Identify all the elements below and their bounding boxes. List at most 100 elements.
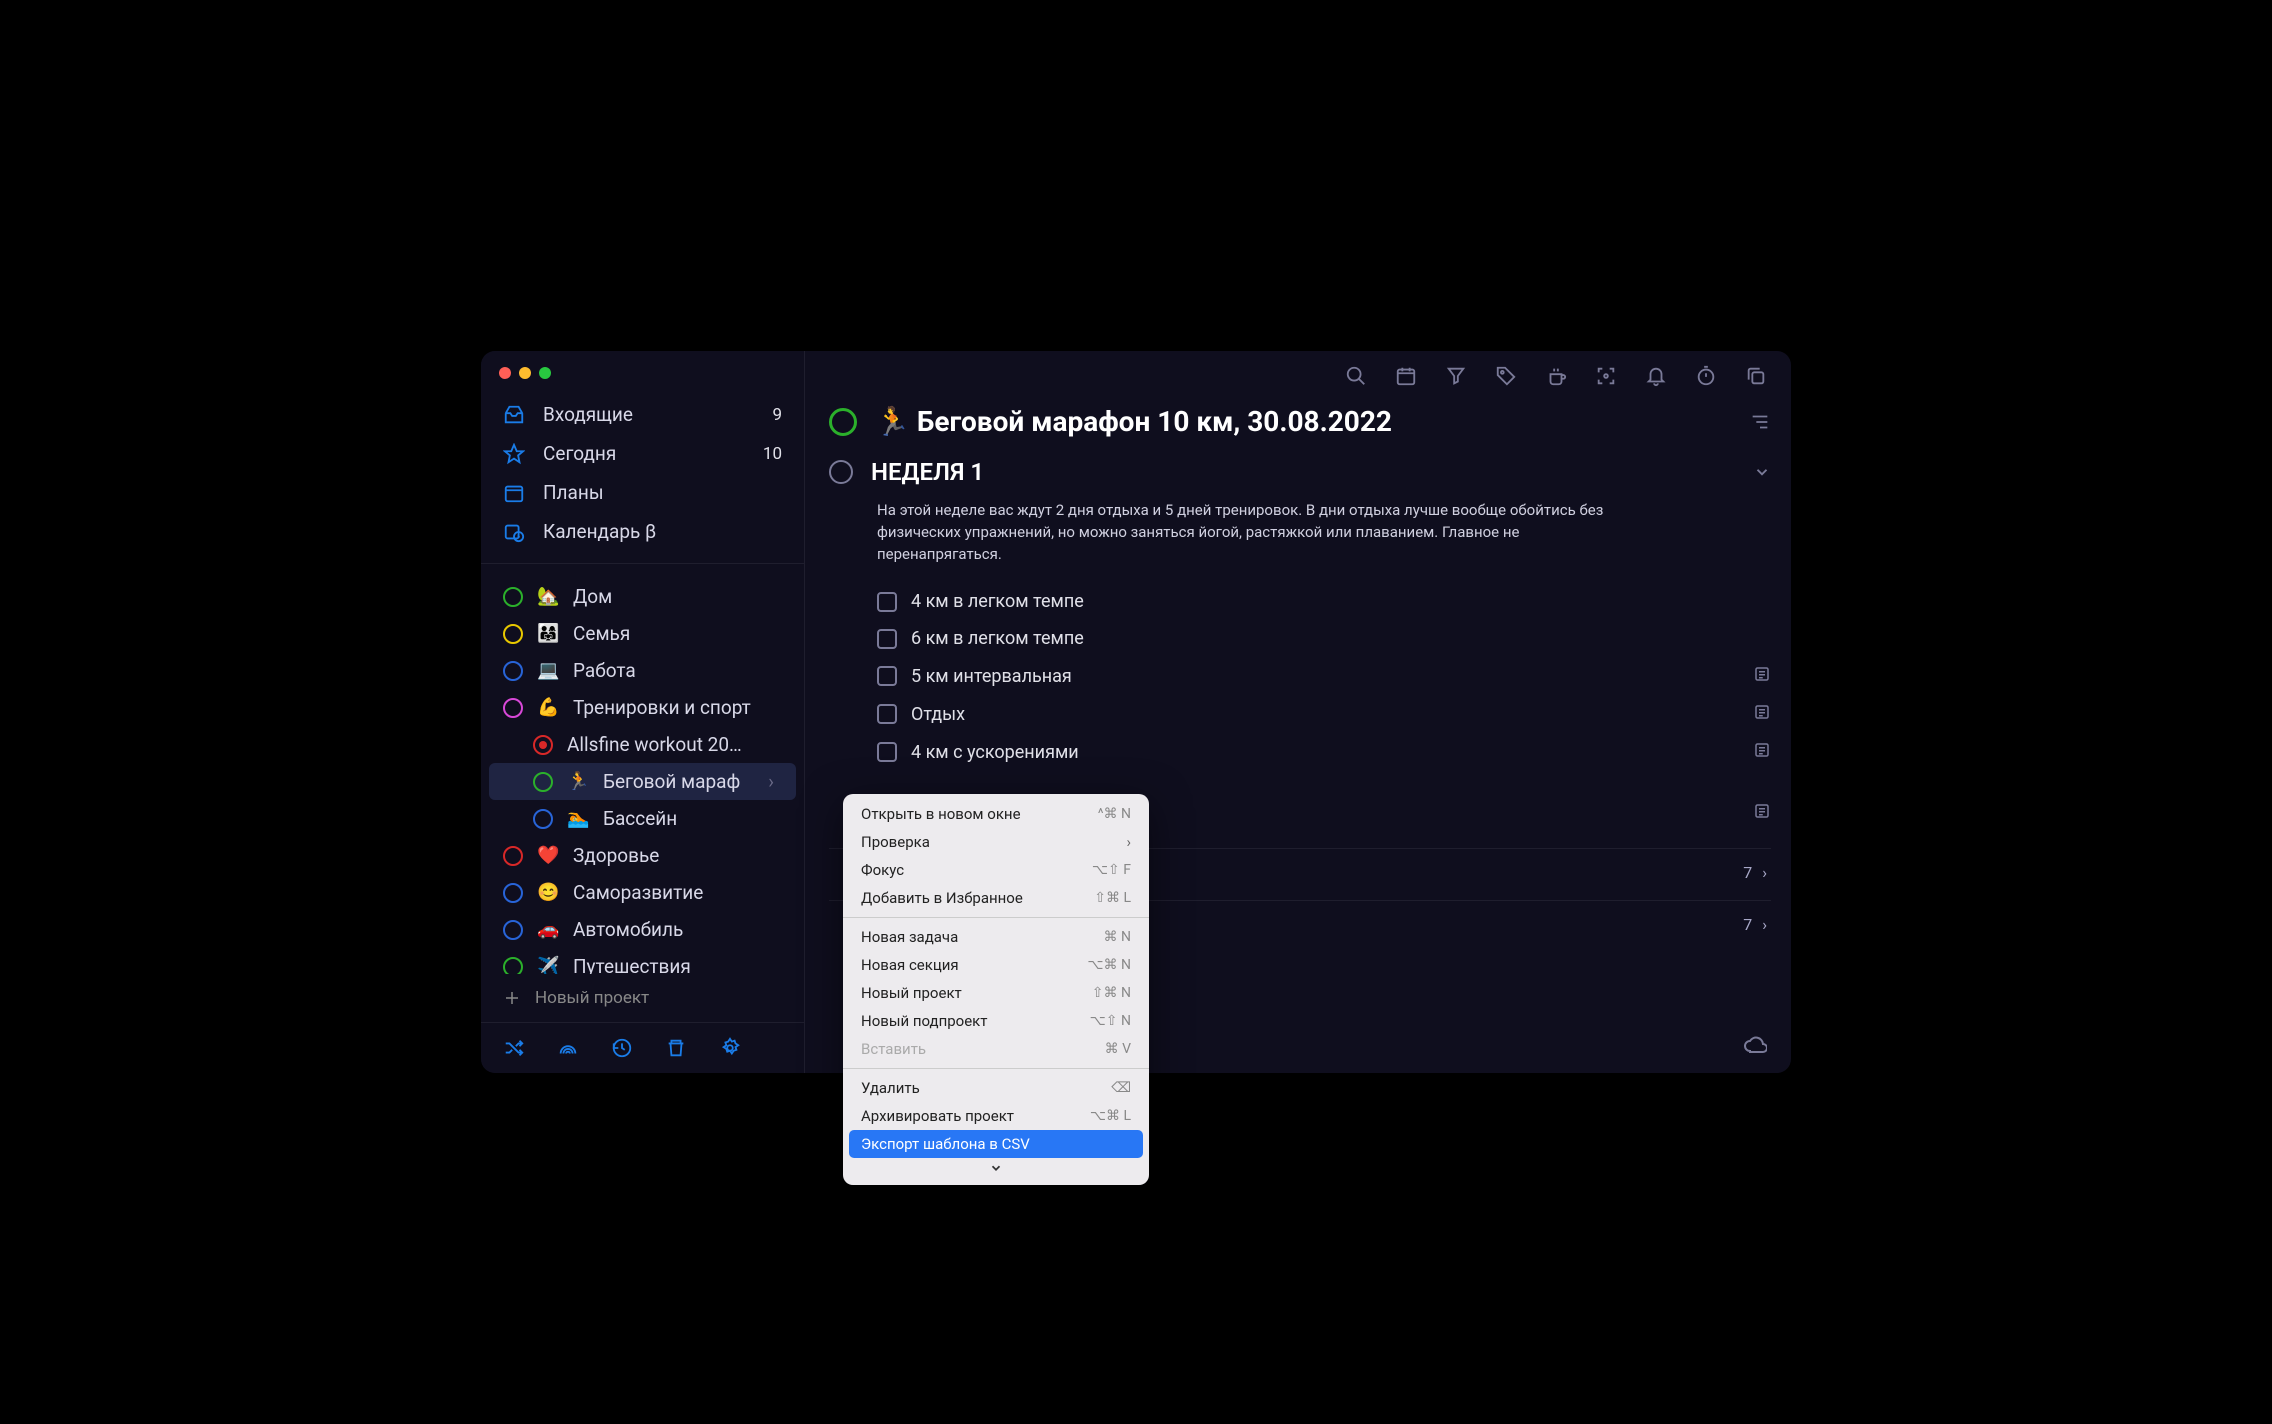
bell-icon[interactable]	[1645, 365, 1667, 387]
sidebar-project-item[interactable]: 🏃Беговой мараф›	[489, 763, 796, 800]
nav-label: Планы	[543, 481, 604, 504]
sidebar-project-item[interactable]: 💻Работа	[481, 652, 804, 689]
nav-calendar[interactable]: Календарь β	[481, 512, 804, 551]
task-label: 6 км в легком темпе	[911, 628, 1771, 649]
menu-more-icon[interactable]	[843, 1158, 1149, 1179]
app-window: Входящие 9 Сегодня 10 Планы Календарь β …	[481, 351, 1791, 1073]
context-menu-item[interactable]: Удалить⌫	[843, 1074, 1149, 1102]
project-label: Allsfine workout 2022	[567, 733, 747, 756]
search-icon[interactable]	[1345, 365, 1367, 387]
timer-icon[interactable]	[1695, 365, 1717, 387]
menu-shortcut: ⇧⌘ N	[1092, 985, 1131, 1001]
task-checkbox[interactable]	[877, 592, 897, 612]
note-icon[interactable]	[1753, 703, 1771, 725]
cloud-icon[interactable]	[1743, 1033, 1767, 1057]
task-row[interactable]: Отдых	[829, 695, 1771, 733]
star-icon	[503, 443, 525, 465]
task-row[interactable]: 6 км в легком темпе	[829, 620, 1771, 657]
calendar-icon[interactable]	[1395, 365, 1417, 387]
section-status-circle[interactable]	[829, 460, 853, 484]
task-checkbox[interactable]	[877, 704, 897, 724]
traffic-lights	[481, 351, 804, 391]
task-row[interactable]: 5 км интервальная	[829, 657, 1771, 695]
menu-shortcut: ⌥⌘ N	[1087, 957, 1131, 973]
context-menu-item[interactable]: Архивировать проект⌥⌘ L	[843, 1102, 1149, 1130]
nav-label: Входящие	[543, 403, 633, 426]
menu-divider	[843, 917, 1149, 918]
project-status-circle[interactable]	[829, 408, 857, 436]
project-emoji: 💪	[537, 697, 559, 718]
project-color-circle	[533, 809, 553, 829]
close-window-button[interactable]	[499, 367, 511, 379]
chevron-right-icon[interactable]: ›	[768, 770, 774, 793]
sidebar-project-item[interactable]: 😊Саморазвитие	[481, 874, 804, 911]
section-header[interactable]: НЕДЕЛЯ 1	[829, 458, 1771, 486]
rainbow-icon[interactable]	[557, 1037, 579, 1059]
history-icon[interactable]	[611, 1037, 633, 1059]
task-checkbox[interactable]	[877, 666, 897, 686]
nav-count: 10	[763, 444, 782, 464]
sidebar-project-item[interactable]: 🏊Бассейн	[481, 800, 804, 837]
project-color-circle	[503, 624, 523, 644]
nav-inbox[interactable]: Входящие 9	[481, 395, 804, 434]
context-menu-item[interactable]: Новый подпроект⌥⇧ N	[843, 1007, 1149, 1035]
copy-icon[interactable]	[1745, 365, 1767, 387]
coffee-icon[interactable]	[1545, 365, 1567, 387]
nav-plans[interactable]: Планы	[481, 473, 804, 512]
sidebar-project-item[interactable]: Allsfine workout 2022	[481, 726, 804, 763]
context-menu-item[interactable]: Экспорт шаблона в CSV	[849, 1130, 1143, 1158]
chevron-right-icon[interactable]: ›	[1762, 863, 1767, 882]
context-menu-item[interactable]: Добавить в Избранное⇧⌘ L	[843, 884, 1149, 912]
task-list: 4 км в легком темпе 6 км в легком темпе 5 …	[829, 583, 1771, 771]
context-menu-item[interactable]: Новая секция ⌥⌘ N	[843, 951, 1149, 979]
top-toolbar	[805, 351, 1791, 393]
sidebar-project-item[interactable]: 🚗Автомобиль	[481, 911, 804, 948]
minimize-window-button[interactable]	[519, 367, 531, 379]
menu-shortcut: ⌥⌘ L	[1090, 1108, 1131, 1124]
task-checkbox[interactable]	[877, 742, 897, 762]
shuffle-icon[interactable]	[503, 1037, 525, 1059]
task-label: 4 км в легком темпе	[911, 591, 1771, 612]
context-menu-item[interactable]: Проверка›	[843, 828, 1149, 856]
context-menu-item[interactable]: Открыть в новом окне^⌘ N	[843, 800, 1149, 828]
chevron-down-icon[interactable]	[1753, 463, 1771, 481]
context-menu-item[interactable]: Новый проект⇧⌘ N	[843, 979, 1149, 1007]
trash-icon[interactable]	[665, 1037, 687, 1059]
focus-icon[interactable]	[1595, 365, 1617, 387]
task-row[interactable]: 4 км в легком темпе	[829, 583, 1771, 620]
task-row[interactable]: 4 км с ускорениями	[829, 733, 1771, 771]
project-label: Бассейн	[603, 807, 677, 830]
menu-label: Добавить в Избранное	[861, 889, 1023, 907]
context-menu-item[interactable]: Фокус⌥⇧ F	[843, 856, 1149, 884]
section-title: НЕДЕЛЯ 1	[871, 458, 1735, 486]
menu-label: Новая секция	[861, 956, 959, 974]
new-project-button[interactable]: Новый проект	[481, 974, 804, 1022]
note-icon[interactable]	[1753, 665, 1771, 687]
chevron-right-icon[interactable]: ›	[1762, 915, 1767, 934]
context-menu-item: Вставить⌘ V	[843, 1035, 1149, 1063]
sidebar-project-item[interactable]: 💪Тренировки и спорт	[481, 689, 804, 726]
project-emoji: ❤️	[537, 845, 559, 866]
note-icon[interactable]	[1753, 741, 1771, 763]
note-icon[interactable]	[1753, 802, 1771, 824]
sidebar-project-item[interactable]: ❤️Здоровье	[481, 837, 804, 874]
project-title: 🏃 Беговой марафон 10 км, 30.08.2022	[875, 405, 1731, 438]
sidebar-project-item[interactable]: ✈️Путешествия	[481, 948, 804, 974]
project-color-circle	[503, 698, 523, 718]
sidebar-project-item[interactable]: 🏡Дом	[481, 578, 804, 615]
tag-icon[interactable]	[1495, 365, 1517, 387]
project-color-circle	[533, 772, 553, 792]
task-label: Отдых	[911, 704, 1739, 725]
nav-label: Календарь β	[543, 520, 656, 543]
sidebar-project-item[interactable]: 👨‍👩‍👧Семья	[481, 615, 804, 652]
menu-icon[interactable]	[1749, 411, 1771, 433]
nav-today[interactable]: Сегодня 10	[481, 434, 804, 473]
filter-icon[interactable]	[1445, 365, 1467, 387]
context-menu-item[interactable]: Новая задача⌘ N	[843, 923, 1149, 951]
settings-icon[interactable]	[719, 1037, 741, 1059]
menu-label: Вставить	[861, 1040, 926, 1058]
menu-label: Открыть в новом окне	[861, 805, 1021, 823]
task-checkbox[interactable]	[877, 629, 897, 649]
project-emoji: ✈️	[537, 956, 559, 974]
maximize-window-button[interactable]	[539, 367, 551, 379]
